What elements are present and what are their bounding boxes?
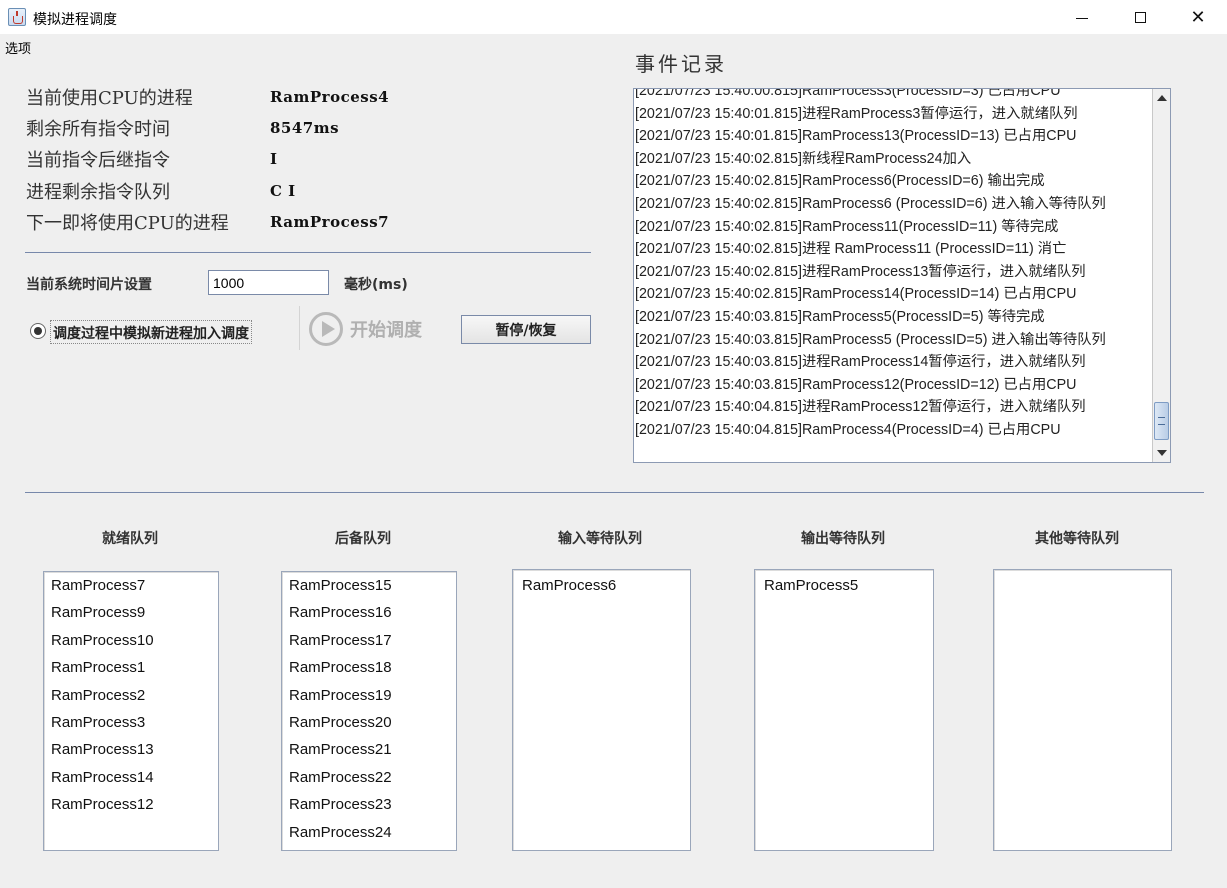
controls-divider	[299, 306, 300, 350]
log-line: [2021/07/23 15:40:02.815]RamProcess11(Pr…	[635, 218, 1059, 235]
window-title: 模拟进程调度	[33, 12, 117, 28]
other-wait-queue-list[interactable]	[993, 569, 1172, 851]
list-item[interactable]: RamProcess7	[44, 572, 218, 599]
remaining-time-label: 剩余所有指令时间	[26, 119, 170, 140]
list-item[interactable]: RamProcess21	[282, 736, 456, 763]
java-cup-icon	[8, 8, 26, 26]
cpu-process-label: 当前使用CPU的进程	[26, 88, 193, 109]
log-line: [2021/07/23 15:40:02.815]进程 RamProcess11…	[635, 241, 1067, 258]
list-item[interactable]: RamProcess6	[515, 572, 690, 599]
close-icon: ✕	[1190, 6, 1206, 28]
log-line: [2021/07/23 15:40:03.815]RamProcess12(Pr…	[635, 376, 1077, 393]
input-wait-queue-list[interactable]: RamProcess6	[512, 569, 691, 851]
scroll-down-icon[interactable]	[1153, 444, 1170, 462]
timeslice-unit: 毫秒(ms)	[344, 277, 408, 293]
minimize-button[interactable]	[1053, 0, 1111, 34]
list-item[interactable]: RamProcess12	[44, 791, 218, 818]
log-line: [2021/07/23 15:40:03.815]RamProcess5(Pro…	[635, 308, 1045, 325]
cpu-process-value: RamProcess4	[270, 88, 390, 106]
close-button[interactable]: ✕	[1169, 0, 1227, 34]
maximize-icon	[1134, 11, 1146, 23]
list-item[interactable]: RamProcess5	[757, 572, 933, 599]
list-item[interactable]: RamProcess10	[44, 627, 218, 654]
timeslice-label: 当前系统时间片设置	[26, 277, 152, 293]
pause-resume-button[interactable]: 暂停/恢复	[461, 315, 591, 344]
log-line: [2021/07/23 15:40:03.815]RamProcess5 (Pr…	[635, 331, 1106, 348]
log-line: [2021/07/23 15:40:00.815]RamProcess3(Pro…	[635, 88, 1061, 99]
list-item[interactable]: RamProcess1	[44, 654, 218, 681]
list-item[interactable]: RamProcess13	[44, 736, 218, 763]
list-item[interactable]: RamProcess24	[282, 819, 456, 846]
queues-separator	[25, 492, 1204, 493]
new-process-radio[interactable]	[30, 323, 46, 339]
list-item[interactable]: RamProcess22	[282, 764, 456, 791]
list-item[interactable]: RamProcess19	[282, 682, 456, 709]
new-process-label[interactable]: 调度过程中模拟新进程加入调度	[50, 320, 252, 344]
list-item[interactable]: RamProcess23	[282, 791, 456, 818]
log-line: [2021/07/23 15:40:04.815]进程RamProcess12暂…	[635, 399, 1086, 416]
input-wait-queue-title: 输入等待队列	[558, 531, 642, 547]
other-wait-queue-title: 其他等待队列	[1035, 531, 1119, 547]
instruction-queue-value: C I	[270, 182, 296, 200]
list-item[interactable]: RamProcess15	[282, 572, 456, 599]
log-line: [2021/07/23 15:40:02.815]进程RamProcess13暂…	[635, 263, 1086, 280]
scroll-thumb[interactable]	[1154, 402, 1169, 440]
log-scrollbar[interactable]	[1152, 89, 1170, 462]
start-schedule-button[interactable]: 开始调度	[309, 311, 422, 347]
list-item[interactable]: RamProcess20	[282, 709, 456, 736]
ready-queue-title: 就绪队列	[102, 531, 158, 547]
next-instruction-value: I	[270, 150, 278, 168]
instruction-queue-label: 进程剩余指令队列	[26, 182, 170, 203]
event-log-panel[interactable]: [2021/07/23 15:40:00.815]RamProcess3(Pro…	[633, 88, 1171, 463]
list-item[interactable]: RamProcess2	[44, 682, 218, 709]
list-item[interactable]: RamProcess14	[44, 764, 218, 791]
output-wait-queue-title: 输出等待队列	[801, 531, 885, 547]
log-line: [2021/07/23 15:40:03.815]进程RamProcess14暂…	[635, 354, 1086, 371]
start-schedule-label: 开始调度	[350, 320, 422, 341]
log-line: [2021/07/23 15:40:04.815]RamProcess4(Pro…	[635, 421, 1061, 438]
play-icon	[309, 312, 343, 346]
backup-queue-list[interactable]: RamProcess15 RamProcess16 RamProcess17 R…	[281, 571, 457, 851]
log-line: [2021/07/23 15:40:01.815]RamProcess13(Pr…	[635, 128, 1077, 145]
maximize-button[interactable]	[1111, 0, 1169, 34]
log-line: [2021/07/23 15:40:02.815]新线程RamProcess24…	[635, 150, 972, 167]
log-line: [2021/07/23 15:40:01.815]进程RamProcess3暂停…	[635, 105, 1078, 122]
log-line: [2021/07/23 15:40:02.815]RamProcess6(Pro…	[635, 173, 1045, 190]
menu-options[interactable]: 选项	[5, 38, 31, 57]
event-log-lines: [2021/07/23 15:40:00.815]RamProcess3(Pro…	[635, 88, 1153, 442]
output-wait-queue-list[interactable]: RamProcess5	[754, 569, 934, 851]
next-process-label: 下一即将使用CPU的进程	[26, 213, 229, 234]
backup-queue-title: 后备队列	[335, 531, 391, 547]
ready-queue-list[interactable]: RamProcess7 RamProcess9 RamProcess10 Ram…	[43, 571, 219, 851]
remaining-time-value: 8547ms	[270, 119, 340, 137]
next-instruction-label: 当前指令后继指令	[26, 150, 170, 171]
event-log-title: 事件记录	[635, 52, 727, 76]
list-item[interactable]: RamProcess16	[282, 599, 456, 626]
log-line: [2021/07/23 15:40:02.815]RamProcess14(Pr…	[635, 286, 1077, 303]
minimize-icon	[1076, 17, 1088, 19]
scroll-up-icon[interactable]	[1153, 89, 1170, 107]
title-bar: 模拟进程调度 ✕	[0, 0, 1227, 34]
list-item[interactable]: RamProcess9	[44, 599, 218, 626]
list-item[interactable]: RamProcess17	[282, 627, 456, 654]
timeslice-input[interactable]	[208, 270, 329, 295]
log-line: [2021/07/23 15:40:02.815]RamProcess6 (Pr…	[635, 195, 1106, 212]
next-process-value: RamProcess7	[270, 213, 390, 231]
list-item[interactable]: RamProcess18	[282, 654, 456, 681]
list-item[interactable]: RamProcess3	[44, 709, 218, 736]
info-separator	[25, 252, 591, 253]
